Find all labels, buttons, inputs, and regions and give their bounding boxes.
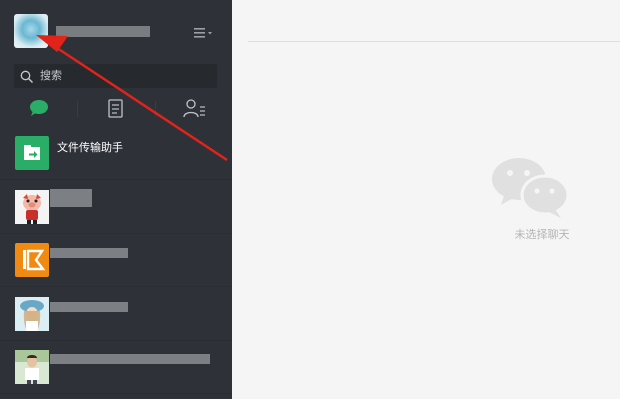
pig-avatar	[15, 190, 49, 224]
list-card-icon	[108, 99, 123, 118]
orange-app-avatar	[15, 243, 49, 277]
chat-bubble-icon	[30, 100, 48, 116]
tab-divider	[155, 101, 156, 117]
session-name: 文件传输助手	[57, 141, 123, 154]
redacted-contact-name	[50, 189, 92, 207]
redacted-contact-name	[50, 302, 128, 312]
header-divider	[248, 41, 620, 42]
search-icon	[20, 69, 34, 83]
tab-chat[interactable]	[19, 96, 59, 122]
my-avatar[interactable]	[14, 14, 48, 48]
session-item[interactable]	[0, 233, 232, 287]
person-list-icon	[183, 99, 205, 118]
session-item[interactable]	[0, 180, 232, 234]
tab-divider	[77, 101, 78, 117]
search-placeholder: 搜索	[40, 69, 62, 82]
session-item[interactable]	[0, 340, 232, 394]
boy-avatar	[15, 350, 49, 384]
search-input[interactable]: 搜索	[14, 64, 217, 88]
redacted-username	[56, 26, 150, 37]
menu-icon[interactable]	[192, 25, 214, 39]
girl-avatar	[15, 297, 49, 331]
tab-friends[interactable]	[175, 96, 215, 122]
redacted-contact-name	[50, 248, 128, 258]
sidebar-tabs	[0, 96, 232, 122]
wechat-logo-icon	[491, 155, 571, 221]
profile-header	[0, 0, 232, 62]
tab-contacts-list[interactable]	[96, 96, 136, 122]
session-item[interactable]	[0, 287, 232, 341]
redacted-contact-name	[50, 354, 210, 364]
empty-state-text: 未选择聊天	[514, 228, 570, 241]
chat-panel: 未选择聊天	[232, 0, 620, 399]
file-transfer-icon	[15, 136, 49, 170]
session-file-transfer[interactable]: 文件传输助手	[0, 126, 232, 180]
sidebar: 搜索 文件传输助手	[0, 0, 232, 399]
